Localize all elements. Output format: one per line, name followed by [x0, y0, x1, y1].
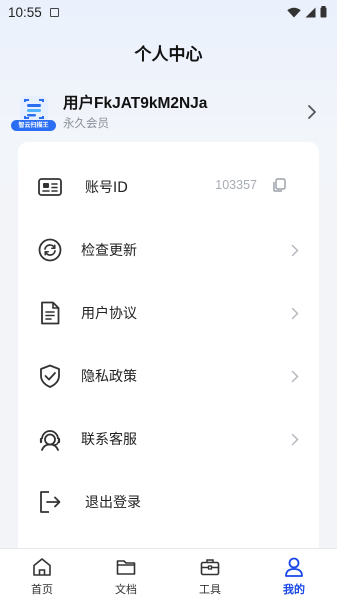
settings-card: 账号ID 103357 检查更新 用户协议 隐私政策 联系客服 退出登录: [18, 142, 319, 548]
document-icon: [41, 301, 60, 325]
account-id-row: 账号ID 103357: [18, 157, 319, 217]
home-icon: [33, 558, 51, 576]
tab-documents[interactable]: 文档: [84, 549, 168, 600]
menu-item-label: 隐私政策: [81, 369, 137, 385]
logout-icon: [40, 491, 61, 513]
menu-item-contact-support[interactable]: 联系客服: [18, 409, 319, 469]
menu-item-privacy-policy[interactable]: 隐私政策: [18, 346, 319, 406]
avatar[interactable]: 智云扫描王: [11, 92, 56, 132]
tab-label: 我的: [283, 583, 305, 596]
menu-item-user-agreement[interactable]: 用户协议: [18, 283, 319, 343]
profile-header[interactable]: 智云扫描王 用户FkJAT9kM2NJa 永久会员: [0, 84, 337, 140]
status-icons: [287, 6, 327, 18]
username: 用户FkJAT9kM2NJa: [63, 95, 208, 112]
tab-label: 首页: [31, 583, 53, 596]
account-id-value: 103357: [215, 178, 257, 192]
membership-status: 永久会员: [63, 116, 109, 130]
menu-item-label: 退出登录: [85, 495, 141, 511]
folder-icon: [116, 560, 136, 575]
chevron-right-icon: [291, 307, 299, 320]
id-card-icon: [38, 178, 62, 196]
tab-label: 工具: [199, 583, 221, 596]
headset-icon: [39, 430, 61, 451]
chevron-right-icon: [308, 105, 316, 119]
battery-icon: [320, 6, 327, 18]
refresh-icon: [38, 238, 62, 262]
shield-check-icon: [40, 364, 60, 388]
signal-icon: [305, 7, 316, 17]
menu-item-label: 检查更新: [81, 243, 137, 259]
wifi-icon: [287, 7, 301, 17]
copy-icon[interactable]: [271, 177, 287, 193]
page-title: 个人中心: [134, 45, 203, 65]
account-id-label: 账号ID: [85, 180, 128, 196]
menu-item-logout[interactable]: 退出登录: [18, 472, 319, 532]
chevron-right-icon: [291, 370, 299, 383]
menu-item-label: 联系客服: [81, 432, 137, 448]
toolbox-icon: [200, 559, 220, 576]
tab-tools[interactable]: 工具: [168, 549, 252, 600]
bottom-tab-bar: 首页 文档 工具 我的: [0, 548, 337, 600]
chevron-right-icon: [291, 244, 299, 257]
menu-item-label: 用户协议: [81, 306, 137, 322]
tab-label: 文档: [115, 583, 137, 596]
chevron-right-icon: [291, 433, 299, 446]
tab-mine[interactable]: 我的: [252, 549, 336, 600]
notification-icon: [49, 7, 59, 17]
avatar-badge: 智云扫描王: [11, 120, 56, 131]
tab-home[interactable]: 首页: [0, 549, 84, 600]
user-icon: [285, 557, 303, 577]
status-time: 10:55: [8, 4, 42, 20]
menu-item-check-update[interactable]: 检查更新: [18, 220, 319, 280]
status-bar: 10:55: [0, 0, 337, 24]
